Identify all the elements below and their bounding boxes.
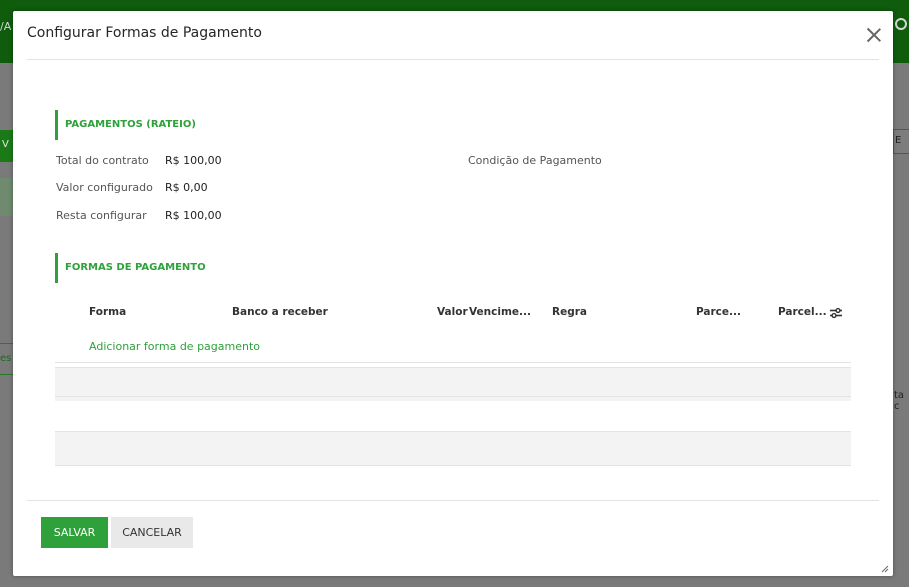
column-header-parcelas[interactable]: Parce... xyxy=(696,306,741,318)
close-icon[interactable] xyxy=(866,27,882,43)
configured-value: R$ 0,00 xyxy=(165,181,208,194)
table-row xyxy=(55,431,851,465)
background-right-button-text: E xyxy=(895,135,902,146)
payments-section-title: PAGAMENTOS (RATEIO) xyxy=(55,110,196,140)
column-header-regra[interactable]: Regra xyxy=(552,306,587,318)
remaining-label: Resta configurar xyxy=(56,209,147,222)
table-bottom-border xyxy=(55,465,851,466)
background-right-text: ta c xyxy=(894,390,905,412)
total-contract-value: R$ 100,00 xyxy=(165,154,222,167)
configured-value-label: Valor configurado xyxy=(56,181,153,194)
background-green-button-text: V xyxy=(2,139,9,150)
background-band xyxy=(0,178,14,216)
total-contract-label: Total do contrato xyxy=(56,154,149,167)
table-row xyxy=(55,396,851,430)
background-right-button: E xyxy=(893,129,909,154)
payment-condition-label: Condição de Pagamento xyxy=(468,154,602,167)
add-payment-form-link[interactable]: Adicionar forma de pagamento xyxy=(89,340,260,353)
remaining-value: R$ 100,00 xyxy=(165,209,222,222)
column-header-valor[interactable]: Valor xyxy=(437,306,468,318)
save-button[interactable]: SALVAR xyxy=(41,517,108,548)
column-header-vencimento[interactable]: Vencime... xyxy=(469,306,531,318)
column-header-parcela[interactable]: Parcel... xyxy=(778,306,827,318)
modal-title: Configurar Formas de Pagamento xyxy=(27,25,262,41)
resize-grip-icon[interactable] xyxy=(881,565,889,573)
footer-divider xyxy=(27,500,879,501)
timer-icon xyxy=(895,18,907,30)
cancel-button[interactable]: CANCELAR xyxy=(111,517,193,548)
payment-forms-modal: Configurar Formas de Pagamento PAGAMENTO… xyxy=(13,11,893,576)
background-outline-button: es xyxy=(0,343,14,375)
background-outline-button-text: es xyxy=(0,353,12,364)
sliders-icon[interactable] xyxy=(829,306,843,320)
payment-forms-section-title: FORMAS DE PAGAMENTO xyxy=(55,253,206,283)
column-header-banco[interactable]: Banco a receber xyxy=(232,306,328,318)
background-green-button: V xyxy=(0,130,14,162)
background-topbar-text: /A xyxy=(0,20,12,33)
header-divider xyxy=(27,59,879,60)
column-header-forma[interactable]: Forma xyxy=(89,306,126,318)
